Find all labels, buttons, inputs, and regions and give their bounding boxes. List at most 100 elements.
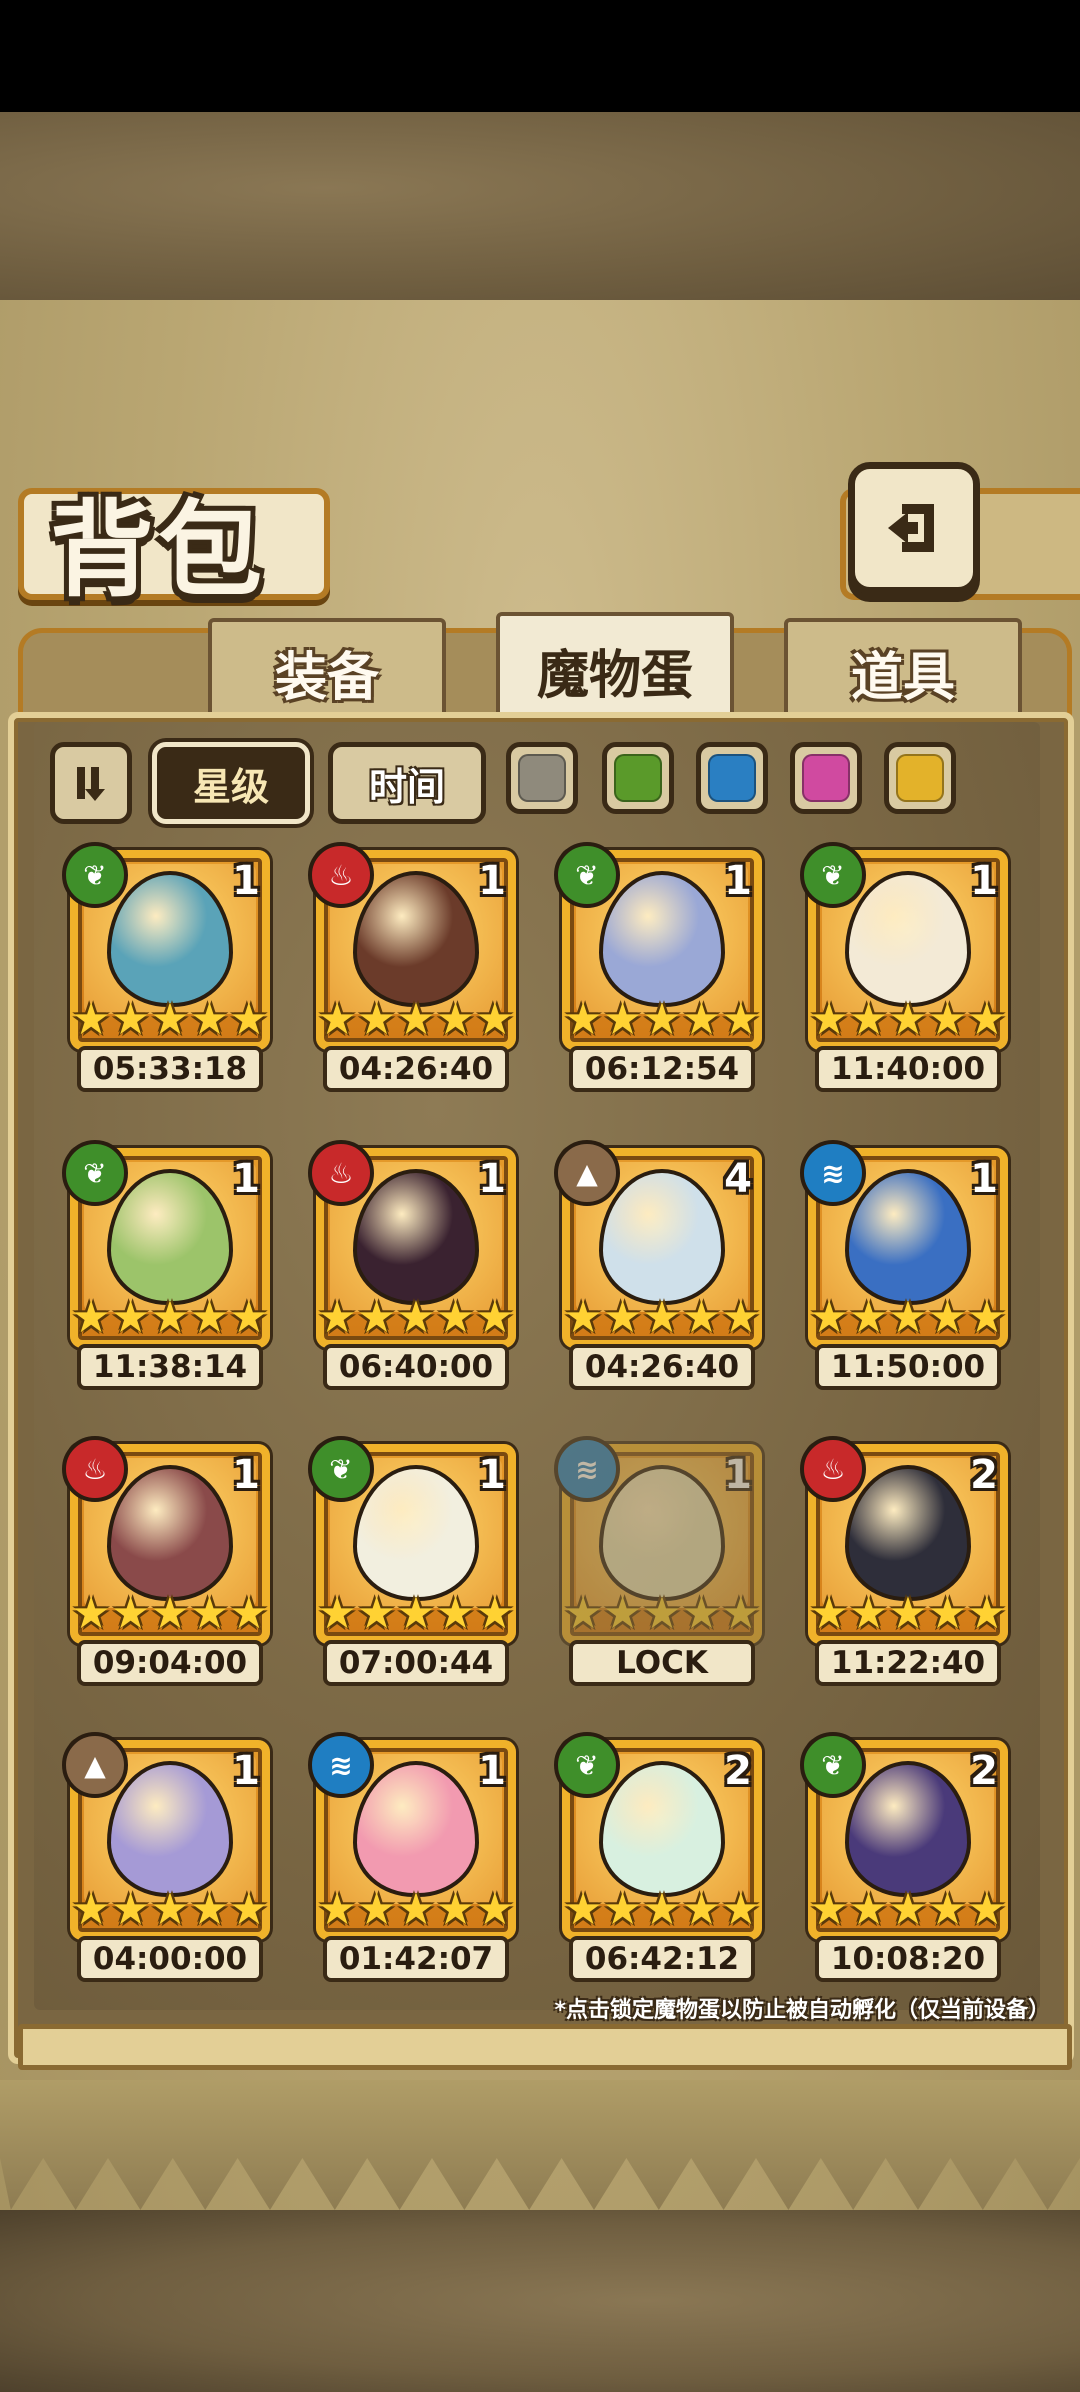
egg-count: 1 <box>478 858 506 904</box>
egg-icon <box>845 1761 971 1897</box>
egg-card[interactable]: ❦ 2 ★★★★★ <box>554 1732 762 1940</box>
egg-card[interactable]: ❦ 1 ★★★★★ <box>62 1140 270 1348</box>
sort-toggle-icon <box>77 767 105 801</box>
water-element-icon: ≋ <box>800 1140 866 1206</box>
star-rating: ★★★★★ <box>71 1292 269 1343</box>
egg-icon <box>599 1761 725 1897</box>
egg-icon <box>599 1465 725 1601</box>
star-rating: ★★★★★ <box>563 1884 761 1935</box>
panel-bottom-strip <box>18 2024 1072 2070</box>
egg-count: 1 <box>478 1452 506 1498</box>
egg-card[interactable]: ❦ 1 ★★★★★ <box>554 842 762 1050</box>
egg-count: 2 <box>970 1748 998 1794</box>
star-rating: ★★★★★ <box>317 1884 515 1935</box>
sort-by-star-button[interactable]: 星级 <box>152 742 310 824</box>
filter-green-button[interactable] <box>602 742 674 814</box>
egg-card[interactable]: ♨ 2 ★★★★★ <box>800 1436 1008 1644</box>
sort-by-time-button[interactable]: 时间 <box>328 742 486 824</box>
hatch-timer: 05:33:18 <box>77 1046 263 1092</box>
filter-blue-button[interactable] <box>696 742 768 814</box>
egg-icon <box>353 1169 479 1305</box>
map-background-top <box>0 112 1080 302</box>
egg-count: 1 <box>232 858 260 904</box>
hatch-timer: 04:26:40 <box>569 1344 755 1390</box>
hatch-timer: 01:42:07 <box>323 1936 509 1982</box>
egg-card[interactable]: ▲ 4 ★★★★★ <box>554 1140 762 1348</box>
egg-count: 1 <box>232 1452 260 1498</box>
egg-icon <box>107 1761 233 1897</box>
egg-card[interactable]: ≋ 1 ★★★★★ <box>308 1732 516 1940</box>
color-swatch <box>614 754 662 802</box>
egg-card[interactable]: ♨ 1 ★★★★★ <box>308 842 516 1050</box>
water-element-icon: ≋ <box>554 1436 620 1502</box>
star-rating: ★★★★★ <box>563 1292 761 1343</box>
grass-element-icon: ❦ <box>800 842 866 908</box>
egg-icon <box>107 871 233 1007</box>
hatch-timer: 06:40:00 <box>323 1344 509 1390</box>
egg-icon <box>353 871 479 1007</box>
egg-card[interactable]: ♨ 1 ★★★★★ <box>308 1140 516 1348</box>
egg-card[interactable]: ❦ 1 ★★★★★ <box>800 842 1008 1050</box>
egg-count: 4 <box>724 1156 752 1202</box>
egg-icon <box>845 1465 971 1601</box>
filter-pink-button[interactable] <box>790 742 862 814</box>
tab-items[interactable]: 道具 <box>784 618 1022 726</box>
egg-count: 1 <box>478 1156 506 1202</box>
egg-count: 1 <box>232 1156 260 1202</box>
egg-count: 1 <box>970 858 998 904</box>
tab-equipment[interactable]: 装备 <box>208 618 446 726</box>
egg-icon <box>599 871 725 1007</box>
back-arrow-icon <box>888 504 934 552</box>
filter-yellow-button[interactable] <box>884 742 956 814</box>
fire-element-icon: ♨ <box>62 1436 128 1502</box>
egg-card[interactable]: ≋ 1 ★★★★★ <box>554 1436 762 1644</box>
egg-count: 1 <box>724 858 752 904</box>
egg-count: 1 <box>970 1156 998 1202</box>
egg-count: 1 <box>232 1748 260 1794</box>
grass-element-icon: ❦ <box>800 1732 866 1798</box>
egg-count: 1 <box>478 1748 506 1794</box>
egg-card[interactable]: ❦ 2 ★★★★★ <box>800 1732 1008 1940</box>
status-bar <box>0 0 1080 112</box>
star-rating: ★★★★★ <box>71 1884 269 1935</box>
grass-element-icon: ❦ <box>62 1140 128 1206</box>
hatch-timer: 06:12:54 <box>569 1046 755 1092</box>
egg-card[interactable]: ❦ 1 ★★★★★ <box>308 1436 516 1644</box>
egg-icon <box>107 1169 233 1305</box>
hatch-timer: 11:50:00 <box>815 1344 1001 1390</box>
egg-card[interactable]: ▲ 1 ★★★★★ <box>62 1732 270 1940</box>
water-element-icon: ≋ <box>308 1732 374 1798</box>
back-button[interactable] <box>848 462 980 594</box>
star-rating: ★★★★★ <box>71 994 269 1045</box>
star-rating: ★★★★★ <box>809 1588 1007 1639</box>
star-rating: ★★★★★ <box>317 994 515 1045</box>
hatch-timer: 07:00:44 <box>323 1640 509 1686</box>
fire-element-icon: ♨ <box>308 842 374 908</box>
lock-label[interactable]: LOCK <box>569 1640 755 1686</box>
star-rating: ★★★★★ <box>563 994 761 1045</box>
hatch-timer: 04:00:00 <box>77 1936 263 1982</box>
sort-toggle-button[interactable] <box>50 742 132 824</box>
star-rating: ★★★★★ <box>317 1588 515 1639</box>
page-title: 背包 <box>50 489 267 611</box>
tab-monster-eggs[interactable]: 魔物蛋 <box>496 612 734 728</box>
hatch-timer: 09:04:00 <box>77 1640 263 1686</box>
star-rating: ★★★★★ <box>809 994 1007 1045</box>
egg-count: 2 <box>970 1452 998 1498</box>
egg-card[interactable]: ≋ 1 ★★★★★ <box>800 1140 1008 1348</box>
star-rating: ★★★★★ <box>71 1588 269 1639</box>
egg-icon <box>353 1465 479 1601</box>
hatch-timer: 11:22:40 <box>815 1640 1001 1686</box>
egg-card[interactable]: ♨ 1 ★★★★★ <box>62 1436 270 1644</box>
egg-count: 2 <box>724 1748 752 1794</box>
egg-count: 1 <box>724 1452 752 1498</box>
star-rating: ★★★★★ <box>809 1884 1007 1935</box>
egg-icon <box>845 1169 971 1305</box>
hatch-timer: 06:42:12 <box>569 1936 755 1982</box>
filter-gray-button[interactable] <box>506 742 578 814</box>
egg-card[interactable]: ❦ 1 ★★★★★ <box>62 842 270 1050</box>
egg-icon <box>845 871 971 1007</box>
grass-element-icon: ❦ <box>308 1436 374 1502</box>
lock-hint-text: *点击锁定魔物蛋以防止被自动孵化（仅当前设备） <box>554 1998 1050 2023</box>
hatch-timer: 11:38:14 <box>77 1344 263 1390</box>
